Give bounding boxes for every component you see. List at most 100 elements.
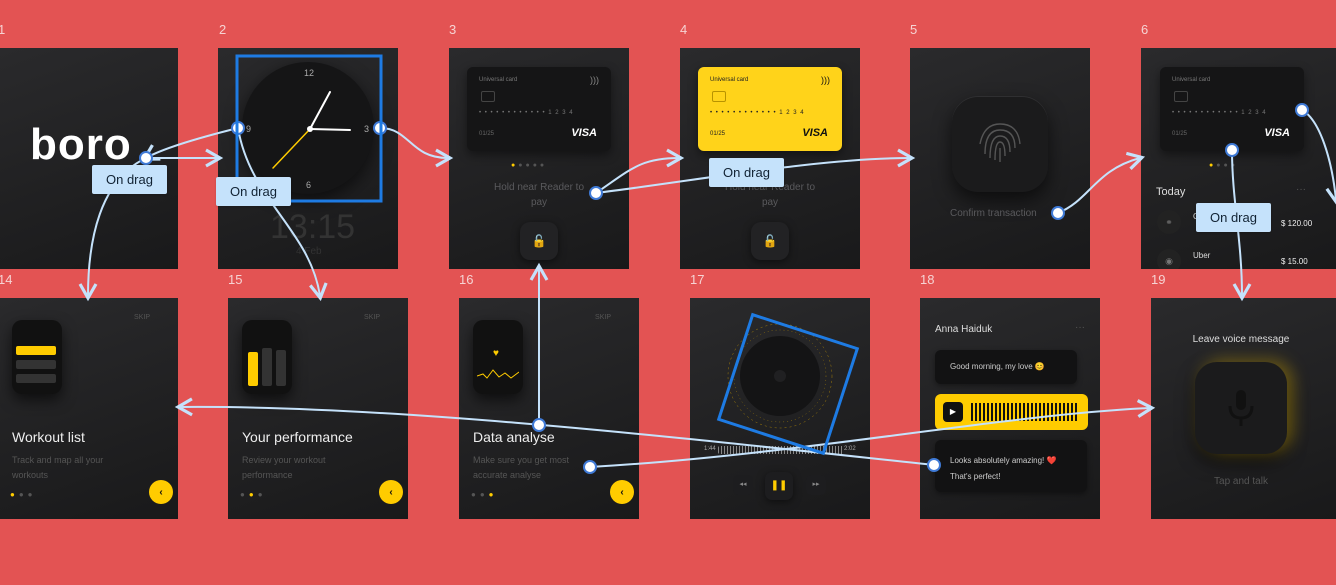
frame-number: 4: [680, 22, 688, 37]
onboarding-title: Workout list: [12, 429, 85, 445]
lock-icon: 🔓: [531, 234, 547, 248]
payment-card[interactable]: Universal card ))) • • • • • • • • • • •…: [467, 67, 611, 151]
chip-icon: [1174, 91, 1188, 102]
watch-icon: ♥: [473, 320, 523, 394]
card-title: Universal card: [1172, 77, 1211, 83]
card-number: • • • • • • • • • • • • 1 2 3 4: [710, 110, 805, 116]
lock-icon: 🔓: [762, 234, 778, 248]
payment-card[interactable]: Universal card ))) • • • • • • • • • • •…: [698, 67, 842, 151]
frame-clock[interactable]: 12 3 6 9 13:15 4 Feb: [218, 48, 398, 269]
transaction-amount: $ 120.00: [1281, 219, 1313, 228]
rewind-button[interactable]: ◂◂: [733, 475, 753, 495]
lock-button[interactable]: 🔓: [751, 222, 789, 260]
transaction-icon: ⚭: [1157, 210, 1181, 234]
voice-message[interactable]: ▶: [935, 394, 1088, 430]
page-indicator: ●●●: [10, 490, 37, 499]
frame-onboarding-data[interactable]: SKIP ♥ Data analyse Make sure you get mo…: [459, 298, 639, 519]
back-button[interactable]: ‹: [149, 480, 173, 504]
visa-logo: VISA: [802, 127, 828, 139]
chip-icon: [712, 91, 726, 102]
today-heading: Today: [1156, 186, 1186, 198]
frame-fingerprint[interactable]: Confirm transaction: [910, 48, 1090, 269]
skip-button[interactable]: SKIP: [364, 314, 380, 321]
frame-chat[interactable]: Anna Haiduk ··· Good morning, my love 😊 …: [920, 298, 1100, 519]
chat-message-line: Looks absolutely amazing! ❤️: [950, 456, 1057, 465]
nfc-icon: ))): [821, 75, 830, 85]
frame-number: 6: [1141, 22, 1149, 37]
nfc-hint: Hold near Reader to pay: [493, 182, 585, 208]
frame-number: 3: [449, 22, 457, 37]
more-icon[interactable]: ···: [1296, 184, 1306, 195]
frame-number: 19: [1151, 272, 1166, 287]
frame-number: 16: [459, 272, 474, 287]
uber-icon: ◉: [1157, 249, 1181, 269]
total-time: 2:02: [844, 446, 856, 452]
onboarding-title: Data analyse: [473, 429, 555, 445]
onboarding-title: Your performance: [242, 429, 353, 445]
frame-splash[interactable]: boro: [0, 48, 178, 269]
waveform-scrubber[interactable]: [718, 446, 844, 454]
waveform-icon: [971, 403, 1077, 421]
onboarding-subtitle: Track and map all your workouts: [12, 455, 104, 480]
voice-hint: Tap and talk: [1214, 476, 1268, 487]
frame-number: 15: [228, 272, 243, 287]
frame-number: 1: [0, 22, 6, 37]
frame-number: 5: [910, 22, 918, 37]
more-icon[interactable]: ···: [1075, 322, 1085, 333]
frame-number: 17: [690, 272, 705, 287]
fingerprint-button[interactable]: [952, 96, 1048, 192]
visa-logo: VISA: [1264, 127, 1290, 139]
chevron-left-icon: ‹: [389, 486, 393, 498]
frame-number: 14: [0, 272, 13, 287]
prototype-flow-overlay: [78, 54, 1336, 474]
on-drag-label[interactable]: On drag: [1196, 203, 1271, 232]
record-button[interactable]: [1195, 362, 1287, 454]
onboarding-subtitle: Make sure you get most accurate analyse: [473, 455, 570, 480]
skip-button[interactable]: SKIP: [134, 314, 150, 321]
frame-player[interactable]: 1:44 2:02 ◂◂ ❚❚ ▸▸: [690, 298, 870, 519]
skip-button[interactable]: SKIP: [595, 314, 611, 321]
card-pager: ●●●●: [1209, 162, 1238, 169]
on-drag-label[interactable]: On drag: [92, 165, 167, 194]
back-button[interactable]: ‹: [610, 480, 634, 504]
frame-card[interactable]: Universal card ))) • • • • • • • • • • •…: [449, 48, 629, 269]
boro-logo: boro: [30, 120, 132, 169]
onboarding-subtitle: Review your workout performance: [242, 455, 326, 480]
frame-number: 18: [920, 272, 935, 287]
transaction-amount: $ 15.00: [1281, 257, 1308, 266]
card-expiry: 01/25: [479, 131, 495, 137]
on-drag-label[interactable]: On drag: [216, 177, 291, 206]
chip-icon: [481, 91, 495, 102]
date: 4 Feb: [296, 246, 322, 257]
page-indicator: ●●●: [471, 490, 498, 499]
chat-message-line: That's perfect!: [950, 472, 1001, 481]
frame-onboarding-performance[interactable]: SKIP Your performance Review your workou…: [228, 298, 408, 519]
chat-message: Good morning, my love 😊: [935, 350, 1077, 384]
forward-icon: ▸▸: [812, 481, 820, 488]
confirm-text: Confirm transaction: [950, 208, 1037, 219]
page-indicator: ●●●: [240, 490, 267, 499]
transaction-name: Uber: [1193, 251, 1211, 260]
contact-name: Anna Haiduk: [935, 324, 993, 335]
card-number: • • • • • • • • • • • • 1 2 3 4: [1172, 110, 1267, 116]
card-expiry: 01/25: [1172, 131, 1188, 137]
rewind-icon: ◂◂: [739, 481, 747, 488]
play-icon[interactable]: ▶: [943, 402, 963, 422]
pause-button[interactable]: ❚❚: [765, 472, 793, 500]
back-button[interactable]: ‹: [379, 480, 403, 504]
chevron-left-icon: ‹: [159, 486, 163, 498]
visa-logo: VISA: [571, 127, 597, 139]
lock-button[interactable]: 🔓: [520, 222, 558, 260]
chevron-left-icon: ‹: [620, 486, 624, 498]
card-title: Universal card: [479, 77, 518, 83]
frame-transactions[interactable]: Universal card • • • • • • • • • • • • 1…: [1141, 48, 1336, 269]
watch-icon: [242, 320, 292, 394]
digital-time: 13:15: [270, 208, 356, 246]
fingerprint-icon: [979, 123, 1021, 162]
frame-voice-message[interactable]: Leave voice message Tap and talk: [1151, 298, 1336, 519]
frame-onboarding-workouts[interactable]: SKIP Workout list Track and map all your…: [0, 298, 178, 519]
card-title: Universal card: [710, 77, 749, 83]
on-drag-label[interactable]: On drag: [709, 158, 784, 187]
forward-button[interactable]: ▸▸: [806, 475, 826, 495]
payment-card[interactable]: Universal card • • • • • • • • • • • • 1…: [1160, 67, 1304, 151]
